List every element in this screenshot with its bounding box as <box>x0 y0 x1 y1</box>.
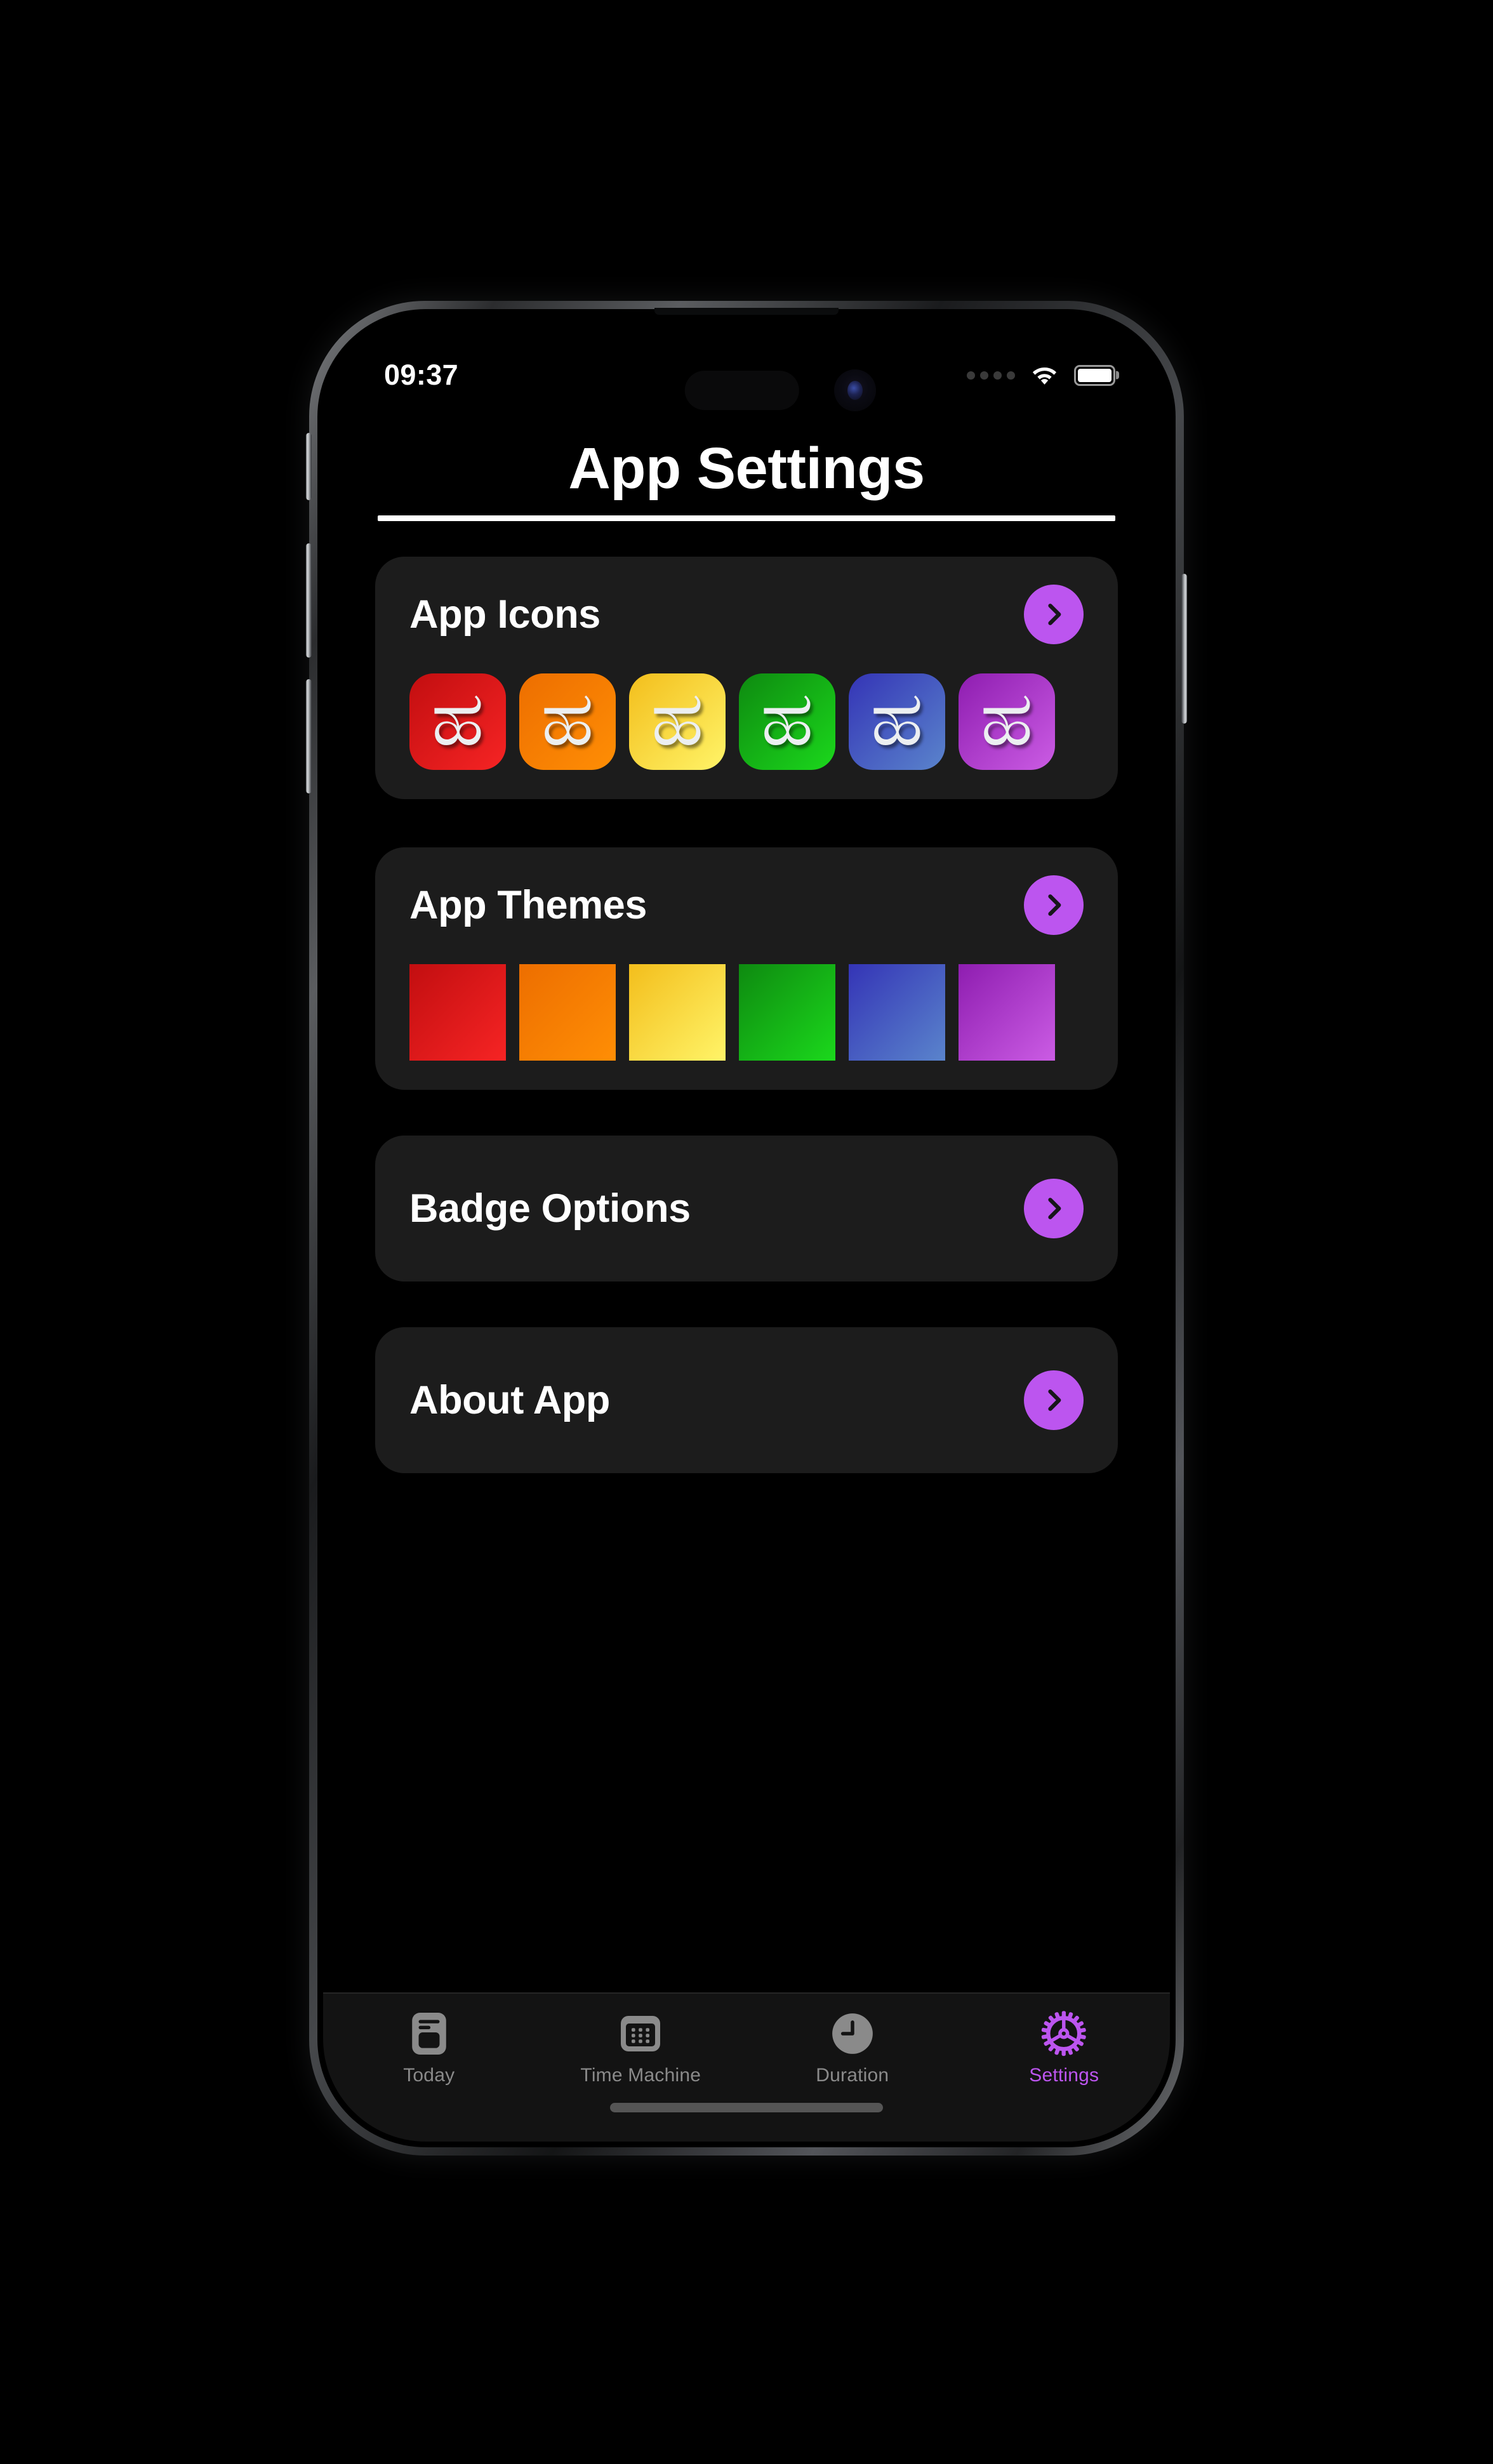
app-icon-option-orange[interactable]: ಹ <box>519 673 616 770</box>
action-button[interactable] <box>306 433 312 500</box>
cellular-dots-icon <box>967 371 1015 380</box>
app-icon-swatches: ಹಹಹಹಹಹ <box>409 673 1084 770</box>
tab-duration[interactable]: Duration <box>746 2010 959 2086</box>
phone-frame: 09:37 App Settings App Icons ಹ ಹ ಹ ಹ ಹ ಹ… <box>306 301 1187 2156</box>
battery-full-icon <box>1074 364 1115 386</box>
tab-bar: Today Time Machine Duration Settings <box>323 1992 1170 2142</box>
phone-bezel: 09:37 App Settings App Icons ಹ ಹ ಹ ಹ ಹ ಹ… <box>317 308 1176 2147</box>
status-indicators <box>967 364 1115 387</box>
settings-card-app-themes[interactable]: App Themes <box>375 847 1118 1090</box>
dynamic-island <box>684 371 799 410</box>
page-header: App Settings <box>323 435 1170 521</box>
calendar-grid-icon <box>619 2010 662 2057</box>
tab-settings[interactable]: Settings <box>959 2010 1171 2086</box>
document-note-icon <box>409 2010 449 2057</box>
app-theme-option-red[interactable] <box>409 964 506 1061</box>
app-icon-option-green[interactable]: ಹ <box>739 673 835 770</box>
app-icon-glyph: ಹ <box>870 674 924 763</box>
card-header: About App <box>409 1370 1084 1430</box>
app-icon-option-purple[interactable]: ಹ <box>959 673 1055 770</box>
volume-down-button[interactable] <box>306 679 312 793</box>
power-button[interactable] <box>1181 574 1187 724</box>
chevron-right-icon[interactable] <box>1024 875 1084 935</box>
app-theme-option-yellow[interactable] <box>629 964 726 1061</box>
tab-label: Settings <box>1029 2065 1099 2086</box>
app-icon-glyph: ಹ <box>431 674 484 763</box>
status-time: 09:37 <box>384 359 459 391</box>
chevron-right-icon[interactable] <box>1024 1370 1084 1430</box>
tab-time-machine[interactable]: Time Machine <box>535 2010 747 2086</box>
volume-up-button[interactable] <box>306 543 312 658</box>
card-title: Badge Options <box>409 1186 691 1231</box>
settings-card-badge-options[interactable]: Badge Options <box>375 1135 1118 1282</box>
tab-label: Time Machine <box>580 2065 701 2086</box>
app-theme-option-green[interactable] <box>739 964 835 1061</box>
app-theme-option-purple[interactable] <box>959 964 1055 1061</box>
title-divider <box>378 515 1115 521</box>
app-theme-option-orange[interactable] <box>519 964 616 1061</box>
app-icon-glyph: ಹ <box>541 674 594 763</box>
front-camera-icon <box>834 369 876 411</box>
tab-label: Today <box>403 2065 455 2086</box>
wifi-icon <box>1032 368 1057 385</box>
app-icon-glyph: ಹ <box>651 674 704 763</box>
chevron-right-icon[interactable] <box>1024 1178 1084 1238</box>
app-icon-option-red[interactable]: ಹ <box>409 673 506 770</box>
card-header: App Themes <box>409 875 1084 935</box>
tab-today[interactable]: Today <box>323 2010 535 2086</box>
card-header: App Icons <box>409 584 1084 644</box>
settings-card-about-app[interactable]: About App <box>375 1327 1118 1473</box>
chevron-right-icon[interactable] <box>1024 584 1084 644</box>
earpiece-speaker <box>654 308 839 315</box>
status-bar: 09:37 <box>323 315 1170 435</box>
card-header: Badge Options <box>409 1178 1084 1238</box>
home-indicator[interactable] <box>610 2103 883 2112</box>
screenshot-root: 09:37 App Settings App Icons ಹ ಹ ಹ ಹ ಹ ಹ… <box>0 0 1493 2464</box>
gear-icon <box>1041 2010 1087 2057</box>
app-icon-option-yellow[interactable]: ಹ <box>629 673 726 770</box>
app-icon-option-blue[interactable]: ಹ <box>849 673 945 770</box>
card-title: App Icons <box>409 592 601 637</box>
app-theme-swatches <box>409 964 1084 1061</box>
clock-icon <box>831 2010 874 2057</box>
settings-card-app-icons[interactable]: App Icons ಹ ಹ ಹ ಹ ಹ ಹ <box>375 556 1118 799</box>
phone-screen: 09:37 App Settings App Icons ಹ ಹ ಹ ಹ ಹ ಹ… <box>323 315 1170 2142</box>
app-icon-glyph: ಹ <box>980 674 1033 763</box>
card-title: About App <box>409 1377 610 1422</box>
settings-list: App Icons ಹ ಹ ಹ ಹ ಹ ಹ App Themes Badge Options Ab… <box>323 521 1170 1992</box>
card-title: App Themes <box>409 882 647 927</box>
app-theme-option-blue[interactable] <box>849 964 945 1061</box>
page-title: App Settings <box>568 436 925 501</box>
app-icon-glyph: ಹ <box>760 674 814 763</box>
tab-label: Duration <box>816 2065 889 2086</box>
